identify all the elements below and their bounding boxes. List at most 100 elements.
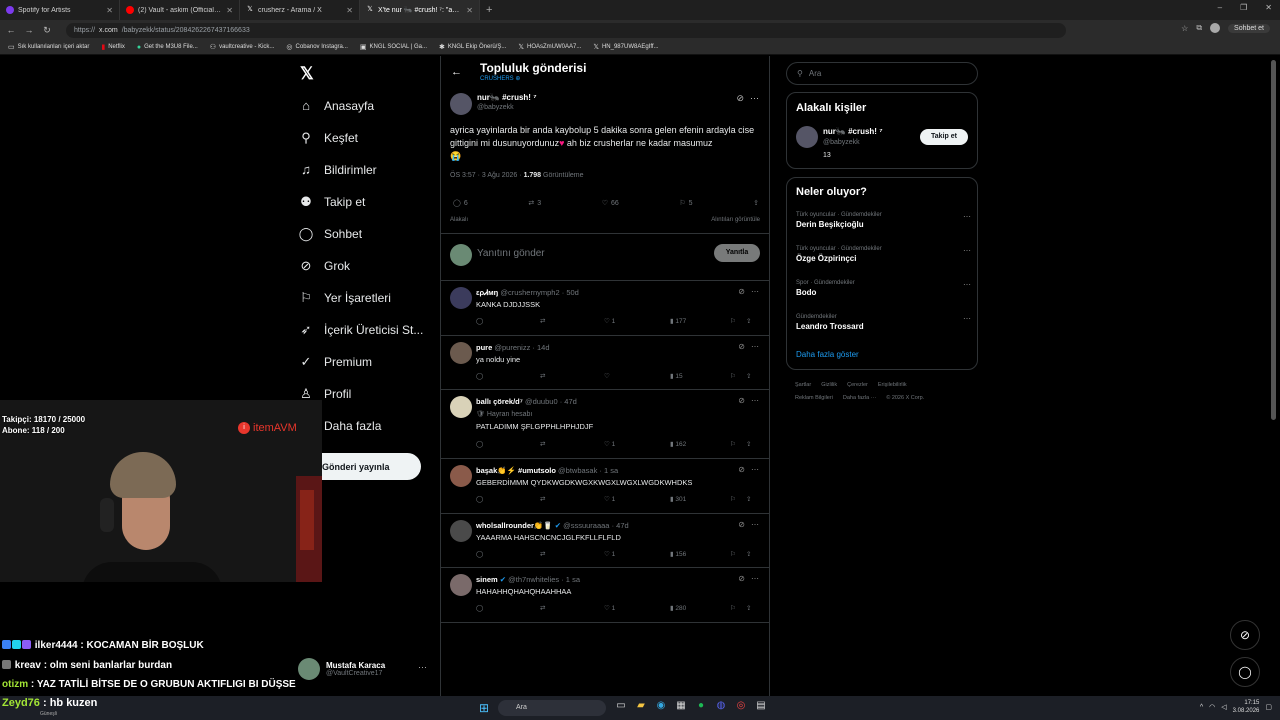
grok-icon[interactable]: ⊘ (738, 574, 745, 583)
spotify-icon[interactable]: ● (694, 700, 708, 711)
sort-dropdown[interactable]: Alakalı (450, 217, 468, 223)
bookmark-icon[interactable]: ⚐ (730, 440, 746, 448)
show-more-link[interactable]: Daha fazla göster (796, 350, 859, 359)
author-name[interactable]: nur🐜 #crush! ⁷ (477, 93, 537, 102)
repost-icon[interactable]: ⇄ (540, 317, 604, 325)
scrollbar[interactable] (1271, 60, 1276, 420)
more-icon[interactable]: ⋯ (963, 212, 971, 221)
like-button[interactable]: ♡ 1 (604, 550, 670, 558)
avatar[interactable] (1210, 23, 1221, 33)
repost-button[interactable]: ⇄ 3 (528, 199, 541, 208)
more-icon[interactable]: ⋯ (963, 314, 971, 323)
bookmark-icon[interactable]: ⚐ (730, 550, 746, 558)
url-field[interactable]: https://x.com/babyzekk/status/2084262267… (66, 22, 1066, 38)
store-icon[interactable]: ▦ (674, 700, 688, 711)
grok-icon[interactable]: ⊘ (736, 93, 744, 104)
nav-item-grok[interactable]: ⊘ Grok (298, 258, 350, 274)
footer-link[interactable]: Daha fazla ··· (843, 395, 876, 401)
browser-tab[interactable]: Spotify for Artists ✕ (0, 0, 120, 20)
task-view-icon[interactable]: ▭ (614, 700, 628, 711)
close-window-icon[interactable]: ✕ (1265, 3, 1272, 12)
trend-item[interactable]: Gündemdekiler Leandro Trossard ⋯ (796, 314, 971, 331)
reply-item[interactable]: ερᏗмŋ @crushernymph2 · 50d ⊘ ⋯ KANKA DJDJJS… (441, 281, 769, 336)
volume-icon[interactable]: ◁ (1221, 703, 1226, 711)
bookmark-button[interactable]: ⚐ 5 (679, 199, 692, 208)
browser-tab[interactable]: (2) Vault - askim (Official Music Vi✕ (120, 0, 240, 20)
post-button[interactable]: Gönderi yayınla (322, 453, 421, 480)
reply-item[interactable]: sinem ✔ @th7nwhitelies · 1 sa ⊘ ⋯ HAHAHHQHA… (441, 568, 769, 623)
repost-icon[interactable]: ⇄ (540, 495, 604, 503)
refresh-icon[interactable]: ↻ (42, 25, 52, 36)
nav-item-chat[interactable]: ◯ Sohbet (298, 226, 362, 242)
avatar[interactable] (450, 396, 472, 418)
reply-icon[interactable]: ◯ (476, 604, 540, 612)
share-button[interactable]: ⇪ (753, 199, 759, 207)
x-logo-icon[interactable]: 𝕏 (300, 64, 314, 84)
file-explorer-icon[interactable]: ▰ (634, 700, 648, 711)
trend-item[interactable]: Türk oyuncular · Gündemdekiler Derin Beşi… (796, 212, 971, 229)
avatar[interactable] (450, 287, 472, 309)
views-button[interactable]: ▮ 301 (670, 495, 730, 503)
avatar[interactable] (450, 342, 472, 364)
copilot-button[interactable]: Sohbet et (1228, 23, 1270, 33)
bookmark-item[interactable]: ▮ Netflix (101, 43, 125, 51)
follow-button[interactable]: Takip et (920, 129, 968, 145)
close-tab-icon[interactable]: ✕ (466, 6, 473, 15)
more-icon[interactable]: ⋯ (751, 574, 759, 583)
bookmark-icon[interactable]: ⚐ (730, 372, 746, 380)
back-arrow-icon[interactable]: ← (451, 66, 462, 78)
bookmark-item[interactable]: 𝕏 HN_987UW8AEgIff... (593, 43, 658, 51)
like-button[interactable]: ♡ 1 (604, 440, 670, 448)
nav-item-premium[interactable]: ✓ Premium (298, 354, 372, 370)
grok-fab-button[interactable]: ⊘ (1230, 620, 1260, 650)
nav-item-home[interactable]: ⌂ Anasayfa (298, 98, 374, 113)
avatar[interactable] (450, 465, 472, 487)
trend-item[interactable]: Spor · Gündemdekiler Bodo ⋯ (796, 280, 971, 297)
wifi-icon[interactable]: ◠ (1209, 703, 1215, 711)
avatar[interactable] (796, 126, 818, 148)
more-icon[interactable]: ⋯ (750, 93, 759, 104)
views-button[interactable]: ▮ 280 (670, 604, 730, 612)
nav-item-creator-studio[interactable]: ➶ İçerik Üreticisi St... (298, 322, 424, 338)
avatar[interactable] (450, 93, 472, 115)
new-tab-icon[interactable]: + (486, 4, 492, 16)
repost-icon[interactable]: ⇄ (540, 604, 604, 612)
nav-item-bookmarks[interactable]: ⚐ Yer İşaretleri (298, 290, 391, 306)
more-icon[interactable]: ⋯ (751, 520, 759, 529)
reply-author[interactable]: başak👏⚡ #umutsolo (476, 466, 556, 475)
nav-item-explore[interactable]: ⚲ Keşfet (298, 130, 358, 146)
more-icon[interactable]: ⋯ (418, 662, 427, 673)
reply-icon[interactable]: ◯ (476, 550, 540, 558)
reply-item[interactable]: wholsallrounder👏🥛 ✔ @sssuuraaaa · 47d ⊘ ⋯ Y… (441, 514, 769, 568)
notifications-icon[interactable]: ▢ (1265, 703, 1272, 711)
author-handle[interactable]: @babyzekk (477, 104, 514, 111)
close-tab-icon[interactable]: ✕ (346, 6, 353, 15)
more-icon[interactable]: ⋯ (963, 246, 971, 255)
grok-icon[interactable]: ⊘ (738, 520, 745, 529)
grok-icon[interactable]: ⊘ (738, 396, 745, 405)
back-icon[interactable]: ← (6, 25, 16, 35)
search-input[interactable]: ⚲ Ara (786, 62, 978, 85)
views-button[interactable]: ▮ 162 (670, 440, 730, 448)
bookmark-item[interactable]: ◎ Cobanov Instagra... (286, 43, 347, 51)
more-icon[interactable]: ⋯ (751, 396, 759, 405)
account-switcher[interactable]: Mustafa Karaca @VaultCreative17 ⋯ (298, 658, 427, 680)
grok-icon[interactable]: ⊘ (738, 465, 745, 474)
more-icon[interactable]: ⋯ (751, 342, 759, 351)
chrome-icon[interactable]: ◎ (734, 700, 748, 711)
edge-icon[interactable]: ◉ (654, 700, 668, 711)
footer-link[interactable]: Gizlilik (821, 382, 837, 388)
tray-chevron-icon[interactable]: ^ (1200, 704, 1203, 711)
reply-input[interactable]: Yanıtını gönder (477, 248, 545, 259)
reply-author[interactable]: ballı çörek/d⁷ (476, 397, 523, 406)
reply-item[interactable]: başak👏⚡ #umutsolo @btwbasak · 1 sa ⊘ ⋯ GEBE… (441, 459, 769, 514)
like-button[interactable]: ♡ 66 (602, 199, 619, 208)
bookmark-item[interactable]: ✱ KNGL Ekip Önerü/Ş... (439, 43, 506, 51)
reply-item[interactable]: ballı çörek/d⁷ @duubu0 · 47d ⊘ ⋯ 🛡 Hayran h… (441, 390, 769, 459)
favorite-star-icon[interactable]: ☆ (1181, 24, 1188, 33)
share-icon[interactable]: ⇪ (746, 495, 751, 503)
bookmark-icon[interactable]: ⚐ (730, 604, 746, 612)
repost-icon[interactable]: ⇄ (540, 440, 604, 448)
extensions-icon[interactable]: ⧉ (1196, 23, 1202, 33)
share-icon[interactable]: ⇪ (746, 317, 751, 325)
